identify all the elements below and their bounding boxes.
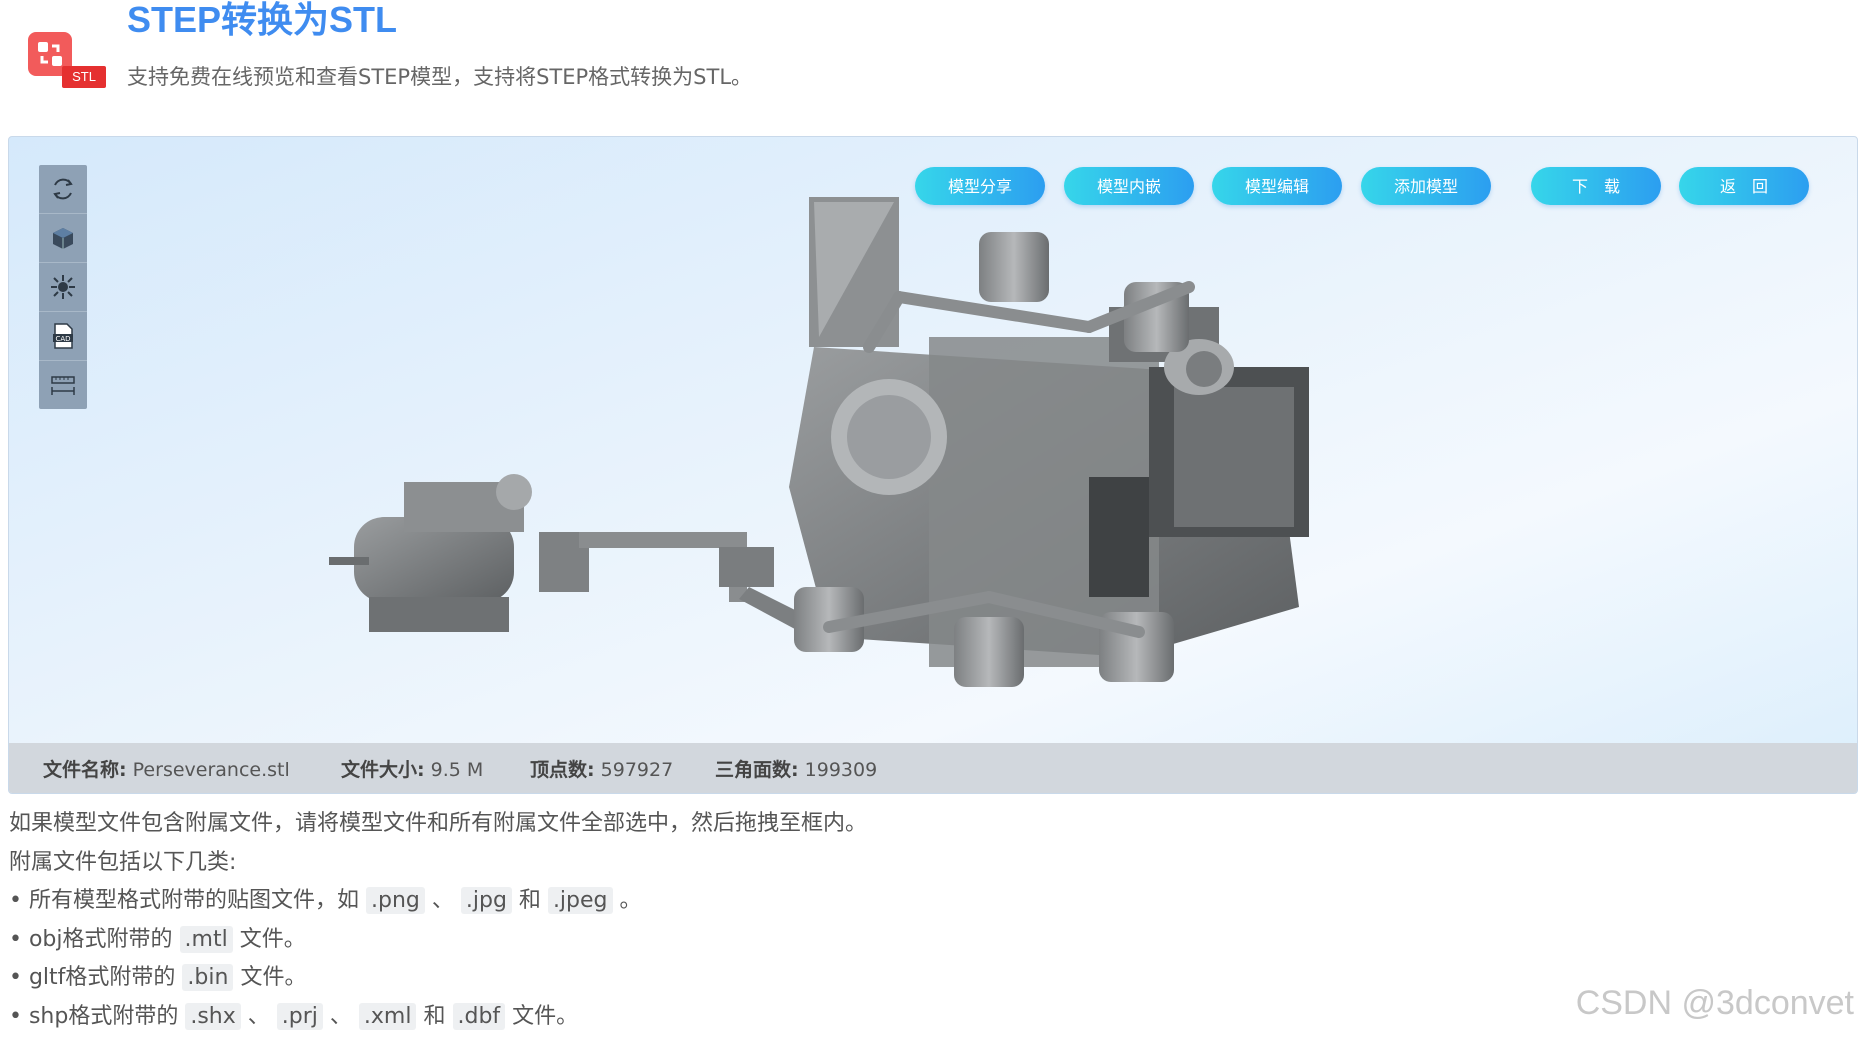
model-viewer[interactable]: CAD 模型分享 模型内嵌 模型编辑 添加模型 下 载 返 回 文件名称: Pe… (8, 136, 1858, 794)
and-text: 和 (423, 1003, 446, 1029)
bullet-text: • obj格式附带的 (9, 926, 173, 952)
notes-bullet-obj: • obj格式附带的 .mtl 文件。 (9, 921, 867, 960)
ext-shx: .shx (185, 1002, 241, 1030)
bullet-text: • gltf格式附带的 (9, 965, 176, 991)
triangles-label: 三角面数: (715, 759, 799, 781)
filename-info: 文件名称: Perseverance.stl (43, 745, 290, 793)
cube-icon (53, 228, 73, 249)
filesize-info: 文件大小: 9.5 M (341, 745, 484, 793)
notes-bullet-shp: • shp格式附带的 .shx 、 .prj 、 .xml 和 .dbf 文件。 (9, 998, 867, 1037)
filename-label: 文件名称: (43, 759, 127, 781)
vertices-label: 顶点数: (530, 759, 595, 781)
stl-tag: STL (62, 66, 106, 88)
csdn-watermark: CSDN @3dconvet (1575, 984, 1854, 1022)
triangles-value: 199309 (804, 759, 878, 781)
notes-line-1: 如果模型文件包含附属文件，请将模型文件和所有附属文件全部选中，然后拖拽至框内。 (9, 811, 868, 836)
separator: 、 (431, 888, 454, 914)
bullet-text: • shp格式附带的 (9, 1003, 179, 1029)
explode-icon (51, 275, 75, 299)
and-text: 和 (518, 888, 541, 914)
notes-bullet-gltf: • gltf格式附带的 .bin 文件。 (9, 959, 867, 998)
bullet-end: 文件。 (512, 1003, 579, 1029)
ext-jpg: .jpg (460, 887, 512, 915)
separator: 、 (247, 1003, 270, 1029)
ext-dbf: .dbf (452, 1002, 506, 1030)
period: 。 (619, 888, 642, 914)
app-logo: STL (26, 30, 108, 90)
triangles-info: 三角面数: 199309 (715, 745, 878, 793)
bullet-end: 文件。 (239, 926, 306, 952)
ext-xml: .xml (358, 1002, 417, 1030)
filesize-label: 文件大小: (341, 759, 425, 781)
filename-value: Perseverance.stl (132, 759, 290, 781)
ext-png: .png (365, 887, 425, 915)
page-title: STEP转换为STL (127, 0, 398, 40)
cad-file-icon: CAD (53, 323, 73, 349)
download-button[interactable]: 下 载 (1531, 167, 1661, 205)
viewer-toolbar: CAD (39, 165, 87, 409)
ext-mtl: .mtl (179, 925, 233, 953)
ext-jpeg: .jpeg (547, 887, 613, 915)
rotate-tool[interactable] (39, 165, 87, 214)
vertices-value: 597927 (600, 759, 674, 781)
back-button[interactable]: 返 回 (1679, 167, 1809, 205)
cad-tool[interactable]: CAD (39, 312, 87, 361)
ext-bin: .bin (182, 964, 234, 992)
bullet-text: • 所有模型格式附带的贴图文件，如 (9, 888, 359, 914)
view-cube-tool[interactable] (39, 214, 87, 263)
explode-tool[interactable] (39, 263, 87, 312)
measure-icon (51, 376, 75, 395)
ext-prj: .prj (276, 1002, 323, 1030)
separator: 、 (329, 1003, 352, 1029)
model-info-bar: 文件名称: Perseverance.stl 文件大小: 9.5 M 顶点数: … (9, 743, 1857, 793)
page-subtitle: 支持免费在线预览和查看STEP模型，支持将STEP格式转换为STL。 (127, 65, 753, 89)
filesize-value: 9.5 M (430, 759, 484, 781)
svg-text:CAD: CAD (55, 335, 70, 343)
notes-bullet-textures: • 所有模型格式附带的贴图文件，如 .png 、 .jpg 和 .jpeg 。 (9, 882, 867, 921)
notes-line-2: 附属文件包括以下几类: (9, 849, 237, 875)
rover-model-render (329, 197, 1309, 687)
attachment-notes: 如果模型文件包含附属文件，请将模型文件和所有附属文件全部选中，然后拖拽至框内。 … (9, 805, 867, 1037)
rotate-icon (53, 178, 73, 200)
vertices-info: 顶点数: 597927 (530, 745, 674, 793)
bullet-end: 文件。 (240, 965, 307, 991)
measure-tool[interactable] (39, 361, 87, 409)
